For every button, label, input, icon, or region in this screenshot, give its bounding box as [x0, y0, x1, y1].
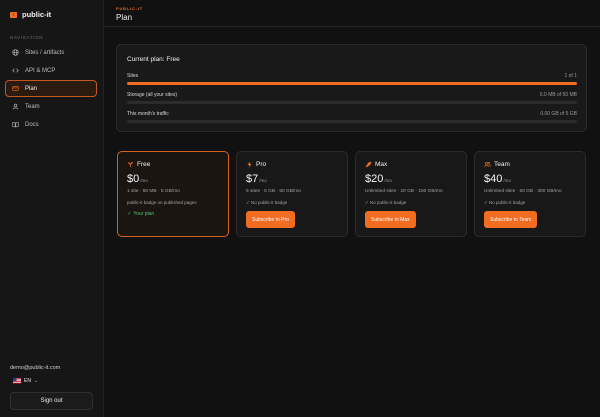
plan-limits: Unlimited sites · 20 GB · 150 GB/mo: [365, 189, 443, 194]
sidebar-item-label: Sites / artifacts: [25, 49, 65, 56]
sidebar-item-team[interactable]: Team: [5, 98, 97, 115]
page-title: Plan: [116, 13, 133, 22]
user-icon: [11, 103, 19, 111]
book-icon: [11, 121, 19, 129]
sidebar: ≡ public-it NAVIGATION Sites / artifacts…: [0, 0, 104, 417]
price-unit: /mo: [140, 178, 148, 183]
sidebar-item-label: API & MCP: [25, 67, 56, 74]
meter-label: This month's traffic: [127, 111, 169, 117]
sidebar-item-plan[interactable]: Plan: [5, 80, 97, 97]
main-content: PUBLIC-IT Plan Current plan: Free Sites …: [104, 0, 600, 417]
plan-card-max: Max $20 /mo Unlimited sites · 20 GB · 15…: [355, 151, 467, 237]
top-bar: PUBLIC-IT Plan: [104, 0, 600, 27]
plan-price: $40 /mo: [484, 173, 511, 185]
plan-note: public-it badge on published pages: [127, 200, 197, 205]
price-unit: /mo: [259, 178, 267, 183]
plan-limits: 5 sites · 5 GB · 50 GB/mo: [246, 189, 301, 194]
language-selector[interactable]: EN ⌄: [10, 376, 41, 386]
progress-bar: [127, 101, 577, 104]
meter-sites: Sites 1 of 1: [127, 73, 577, 85]
credit-card-icon: [11, 85, 19, 93]
logo-icon: ≡: [10, 11, 17, 18]
nav-heading: NAVIGATION: [10, 35, 44, 40]
bolt-icon: [246, 161, 253, 168]
plan-name: Pro: [256, 161, 267, 168]
plan-name: Max: [375, 161, 388, 168]
breadcrumb: PUBLIC-IT: [116, 6, 143, 11]
meter-storage: Storage (all your sites) 0.0 MB of 50 MB: [127, 92, 577, 104]
meter-value: 0.0 MB of 50 MB: [539, 92, 577, 98]
price-amount: $7: [246, 173, 259, 185]
sidebar-item-label: Team: [25, 103, 40, 110]
meter-label: Sites: [127, 73, 139, 79]
check-icon: ✓: [127, 211, 132, 217]
plan-name: Free: [137, 161, 151, 168]
progress-bar: [127, 120, 577, 123]
price-amount: $20: [365, 173, 384, 185]
plan-name: Team: [494, 161, 510, 168]
price-amount: $0: [127, 173, 140, 185]
plan-limits: 1 site · 50 MB · 5 GB/mo: [127, 189, 180, 194]
sidebar-item-label: Docs: [25, 121, 39, 128]
plan-note: ✓ No public-it badge: [365, 200, 407, 205]
plan-price: $0 /mo: [127, 173, 148, 185]
plan-price: $7 /mo: [246, 173, 267, 185]
plan-card-free: Free $0 /mo 1 site · 50 MB · 5 GB/mo pub…: [117, 151, 229, 237]
current-plan-badge: ✓ Your plan: [127, 211, 154, 217]
us-flag-icon: [13, 378, 21, 384]
status-text: Your plan: [133, 211, 155, 217]
plan-limits: Unlimited sites · 50 GB · 300 GB/mo: [484, 189, 562, 194]
price-unit: /mo: [503, 178, 511, 183]
price-amount: $40: [484, 173, 503, 185]
sidebar-item-sites[interactable]: Sites / artifacts: [5, 44, 97, 61]
rocket-icon: [365, 161, 372, 168]
chevron-down-icon: ⌄: [33, 378, 39, 384]
plan-card-pro: Pro $7 /mo 5 sites · 5 GB · 50 GB/mo ✓ N…: [236, 151, 348, 237]
language-label: EN: [24, 378, 31, 384]
progress-fill: [127, 82, 577, 85]
plan-card-team: Team $40 /mo Unlimited sites · 50 GB · 3…: [474, 151, 586, 237]
subscribe-team-button[interactable]: Subscribe to Team: [484, 211, 538, 228]
meter-traffic: This month's traffic 0.00 GB of 5 GB: [127, 111, 577, 123]
subscribe-max-button[interactable]: Subscribe to Max: [365, 211, 416, 228]
user-email: demo@public-it.com: [10, 365, 61, 371]
price-unit: /mo: [384, 178, 392, 183]
current-plan-title: Current plan: Free: [127, 56, 180, 63]
meter-value: 0.00 GB of 5 GB: [540, 111, 577, 117]
brand-name: public-it: [22, 10, 52, 19]
meter-value: 1 of 1: [564, 73, 577, 79]
sidebar-item-label: Plan: [25, 85, 38, 92]
sprout-icon: [127, 161, 134, 168]
plan-note: ✓ No public-it badge: [246, 200, 288, 205]
brand[interactable]: ≡ public-it: [10, 10, 51, 19]
code-icon: [11, 67, 19, 75]
globe-icon: [11, 49, 19, 57]
sidebar-item-docs[interactable]: Docs: [5, 116, 97, 133]
sidebar-item-api[interactable]: API & MCP: [5, 62, 97, 79]
meter-label: Storage (all your sites): [127, 92, 178, 98]
users-icon: [484, 161, 491, 168]
nav-list: Sites / artifacts API & MCP Plan Team Do…: [5, 44, 97, 134]
usage-card: Current plan: Free Sites 1 of 1 Storage …: [116, 44, 587, 132]
subscribe-pro-button[interactable]: Subscribe to Pro: [246, 211, 295, 228]
sign-out-button[interactable]: Sign out: [10, 392, 93, 410]
progress-bar: [127, 82, 577, 85]
plan-note: ✓ No public-it badge: [484, 200, 526, 205]
plan-price: $20 /mo: [365, 173, 392, 185]
